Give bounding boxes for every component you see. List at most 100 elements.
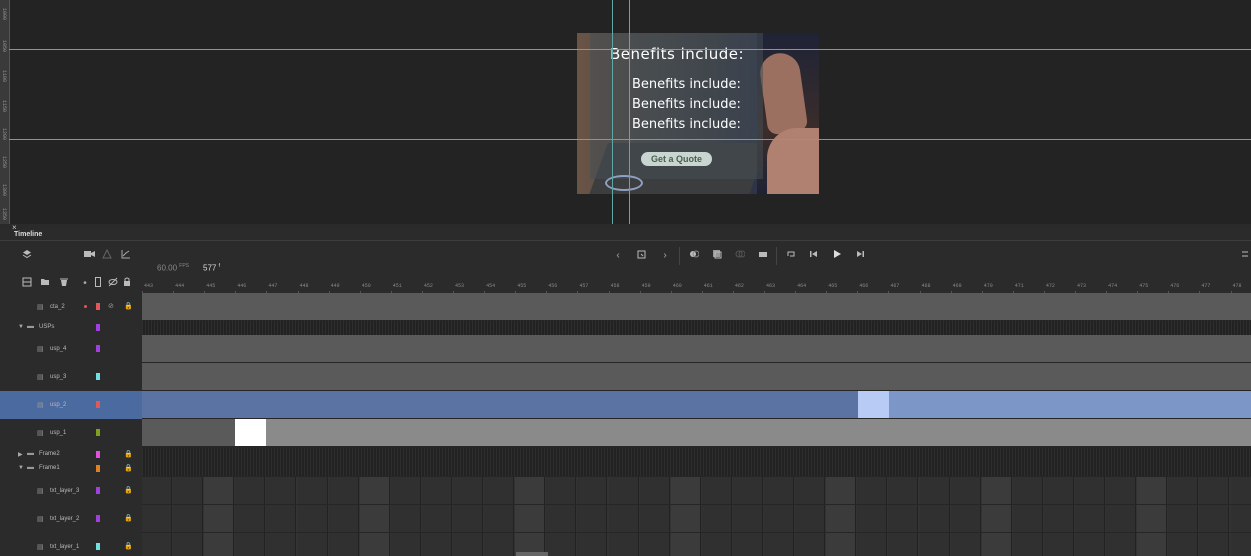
frame-cell[interactable] [421,477,452,504]
track-usp-2[interactable] [142,391,1251,418]
frame-cell[interactable] [484,477,515,504]
frame-cell[interactable] [1230,505,1251,532]
frame-cell[interactable] [950,505,981,532]
onion-outline-icon[interactable] [733,249,747,264]
frame-cell[interactable] [1075,505,1105,532]
layer-txt-layer-1[interactable]: ▤ txt_layer_1 🔒 [0,533,142,556]
frame-cell[interactable] [950,477,981,504]
frame-cell[interactable] [1075,477,1105,504]
delete-layer-icon[interactable] [57,277,71,292]
new-layer-icon[interactable] [20,277,34,292]
frame-cell[interactable] [453,505,483,532]
frame-cell[interactable] [826,505,857,532]
frame-cell[interactable] [1230,477,1251,504]
frame-cell[interactable] [1168,533,1199,556]
frame-cell[interactable] [857,477,888,504]
frame-cell[interactable] [297,533,328,556]
frame-cell[interactable] [577,477,608,504]
track-usps[interactable] [142,321,1251,335]
folder-usps[interactable]: ▼ ▬ USPs [0,321,142,335]
frame-cell[interactable] [639,505,670,532]
selected-frame[interactable] [858,391,889,418]
lock-icon[interactable]: 🔒 [124,450,133,458]
frame-cell[interactable] [577,505,608,532]
track-frame2[interactable] [142,448,1251,462]
frame-cell[interactable] [204,477,235,504]
frame-cell[interactable] [390,505,421,532]
track-txt-layer-3[interactable] [142,477,1251,504]
collapse-arrow-icon[interactable]: ▼ [18,324,24,330]
frame-cell[interactable] [764,477,794,504]
lock-icon[interactable]: 🔒 [124,486,133,494]
layer-color-swatch[interactable] [96,345,100,352]
frame-cell[interactable] [515,477,546,504]
frame-cell[interactable] [546,477,577,504]
frame-cell[interactable] [1106,505,1137,532]
layer-txt-layer-2[interactable]: ▤ txt_layer_2 🔒 [0,505,142,533]
loop-icon[interactable] [784,249,798,264]
next-keyframe-icon[interactable]: › [658,249,672,263]
frame-cell[interactable] [1043,533,1074,556]
track-cta-2[interactable] [142,293,1251,320]
frame-cell[interactable] [235,505,266,532]
banner-title[interactable]: Benefits include: [577,45,777,63]
edit-multiple-frames-icon[interactable] [710,249,724,264]
frame-cell[interactable] [981,477,1012,504]
frame-cell[interactable] [453,477,483,504]
layer-color-swatch[interactable] [96,487,100,494]
frame-cell[interactable] [795,533,826,556]
frame-cell[interactable] [1012,505,1043,532]
frame-cell[interactable] [204,505,235,532]
frame-cell[interactable] [173,477,204,504]
play-icon[interactable] [830,249,844,264]
frame-cell[interactable] [484,505,515,532]
frame-cell[interactable] [328,533,359,556]
lock-icon[interactable]: 🔒 [124,514,133,522]
folder-frame2[interactable]: ▶ ▬ Frame2 🔒 [0,448,142,462]
frame-cell[interactable] [795,505,826,532]
frame-cell[interactable] [546,533,577,556]
frame-cell[interactable] [1230,533,1251,556]
folder-frame1[interactable]: ▼ ▬ Frame1 🔒 [0,462,142,476]
frame-cell[interactable] [204,533,235,556]
frame-cell[interactable] [266,505,297,532]
frame-cell[interactable] [919,533,950,556]
new-folder-icon[interactable] [38,277,52,292]
hidden-eye-icon[interactable]: ⊘ [108,302,114,310]
frame-cell[interactable] [1168,505,1199,532]
layer-txt-layer-3[interactable]: ▤ txt_layer_3 🔒 [0,477,142,505]
frame-cell[interactable] [1043,505,1074,532]
frame-cell[interactable] [1106,533,1137,556]
highlight-layer-icon[interactable]: • [78,277,92,291]
step-forward-icon[interactable] [853,249,867,264]
layer-usp-3[interactable]: ▤ usp_3 [0,363,142,391]
layer-color-swatch[interactable] [96,373,100,380]
layer-usp-1[interactable]: ▤ usp_1 [0,419,142,447]
guide-vertical-left[interactable] [612,0,613,224]
frame-cell[interactable] [1012,477,1043,504]
track-txt-layer-1[interactable] [142,533,1251,556]
frame-span[interactable] [889,391,1251,418]
frame-cell[interactable] [173,533,204,556]
layer-color-swatch[interactable] [96,324,100,331]
frame-cell[interactable] [421,505,452,532]
frame-cell[interactable] [1106,477,1137,504]
center-frame-icon[interactable] [1238,249,1251,264]
layers-icon[interactable] [20,249,34,264]
frame-cell[interactable] [142,533,172,556]
frame-cell[interactable] [1012,533,1043,556]
frame-cell[interactable] [1199,477,1230,504]
frame-cell[interactable] [764,505,794,532]
frame-cell[interactable] [670,533,701,556]
hide-all-icon[interactable] [106,277,120,292]
frame-cell[interactable] [266,533,297,556]
layer-color-swatch[interactable] [96,429,100,436]
lock-icon[interactable]: 🔒 [124,302,133,310]
frame-cell[interactable] [546,505,577,532]
fps-display[interactable]: 60.00 FPS [157,263,189,273]
track-frame1[interactable] [142,462,1251,476]
guide-vertical-right[interactable] [629,0,630,224]
benefit-text-1[interactable]: Benefits include: [632,77,741,92]
frame-cell[interactable] [888,533,919,556]
guide-horizontal-bottom[interactable] [9,139,1251,140]
